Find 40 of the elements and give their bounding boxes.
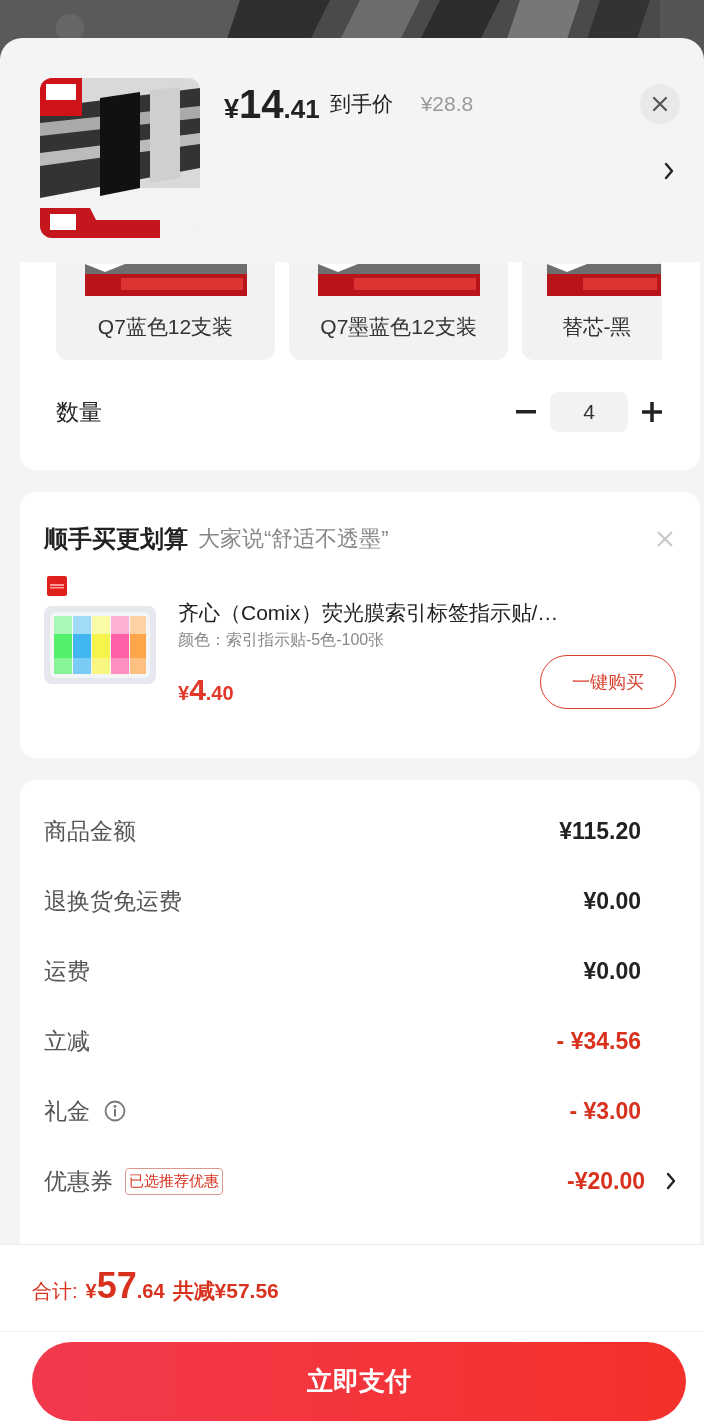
close-button[interactable] — [640, 84, 680, 124]
fee-label: 退换货免运费 — [44, 886, 182, 916]
chevron-right-icon[interactable] — [664, 162, 674, 180]
original-price: ¥28.8 — [420, 92, 475, 116]
chevron-right-icon[interactable] — [666, 1172, 676, 1190]
variant-option[interactable]: Q7蓝色12支装 — [56, 262, 275, 360]
pay-button[interactable]: 立即支付 — [32, 1342, 686, 1421]
logo-icon — [47, 576, 67, 596]
minus-icon — [516, 410, 536, 414]
fee-amount: ¥0.00 — [583, 957, 641, 985]
info-icon[interactable] — [104, 1100, 126, 1122]
section-title: 顺手买更划算 — [44, 524, 188, 554]
variant-option[interactable]: Q7墨蓝色12支装 — [289, 262, 508, 360]
total-label: 合计: — [32, 1279, 78, 1304]
savings-text: 共减¥57.56 — [172, 1278, 279, 1304]
fee-label: 优惠券 — [44, 1166, 113, 1196]
promo-tag: 已选推荐优惠 — [125, 1167, 223, 1195]
fee-label: 礼金 — [44, 1096, 90, 1126]
variant-option[interactable]: 替芯-黑 — [522, 262, 662, 360]
quantity-field[interactable]: 4 — [550, 392, 628, 432]
fee-amount: - ¥34.56 — [556, 1027, 641, 1055]
fee-amount: - ¥3.00 — [569, 1097, 641, 1125]
buy-button[interactable]: 一键购买 — [540, 655, 676, 709]
plus-icon — [642, 402, 662, 422]
item-price: ¥4.40 — [178, 673, 234, 707]
product-price: ¥14.41 — [224, 81, 320, 127]
fee-label: 运费 — [44, 956, 90, 986]
price-label: 到手价 — [329, 91, 393, 117]
total-price: ¥57.64 — [85, 1265, 165, 1307]
item-spec: 颜色：索引指示贴-5色-100张 — [178, 630, 386, 650]
fee-label: 立减 — [44, 1026, 90, 1056]
quantity-label: 数量 — [56, 397, 103, 427]
fee-amount: ¥0.00 — [583, 887, 641, 915]
fee-amount: -¥20.00 — [567, 1167, 645, 1195]
close-icon — [656, 530, 674, 548]
close-icon — [652, 96, 668, 112]
item-title[interactable]: 齐心（Comix）荧光膜索引标签指示贴/… — [178, 598, 676, 628]
fee-amount: ¥115.20 — [559, 817, 641, 845]
fee-label: 商品金额 — [44, 816, 136, 846]
section-subtitle: 大家说“舒适不透墨” — [198, 525, 390, 553]
